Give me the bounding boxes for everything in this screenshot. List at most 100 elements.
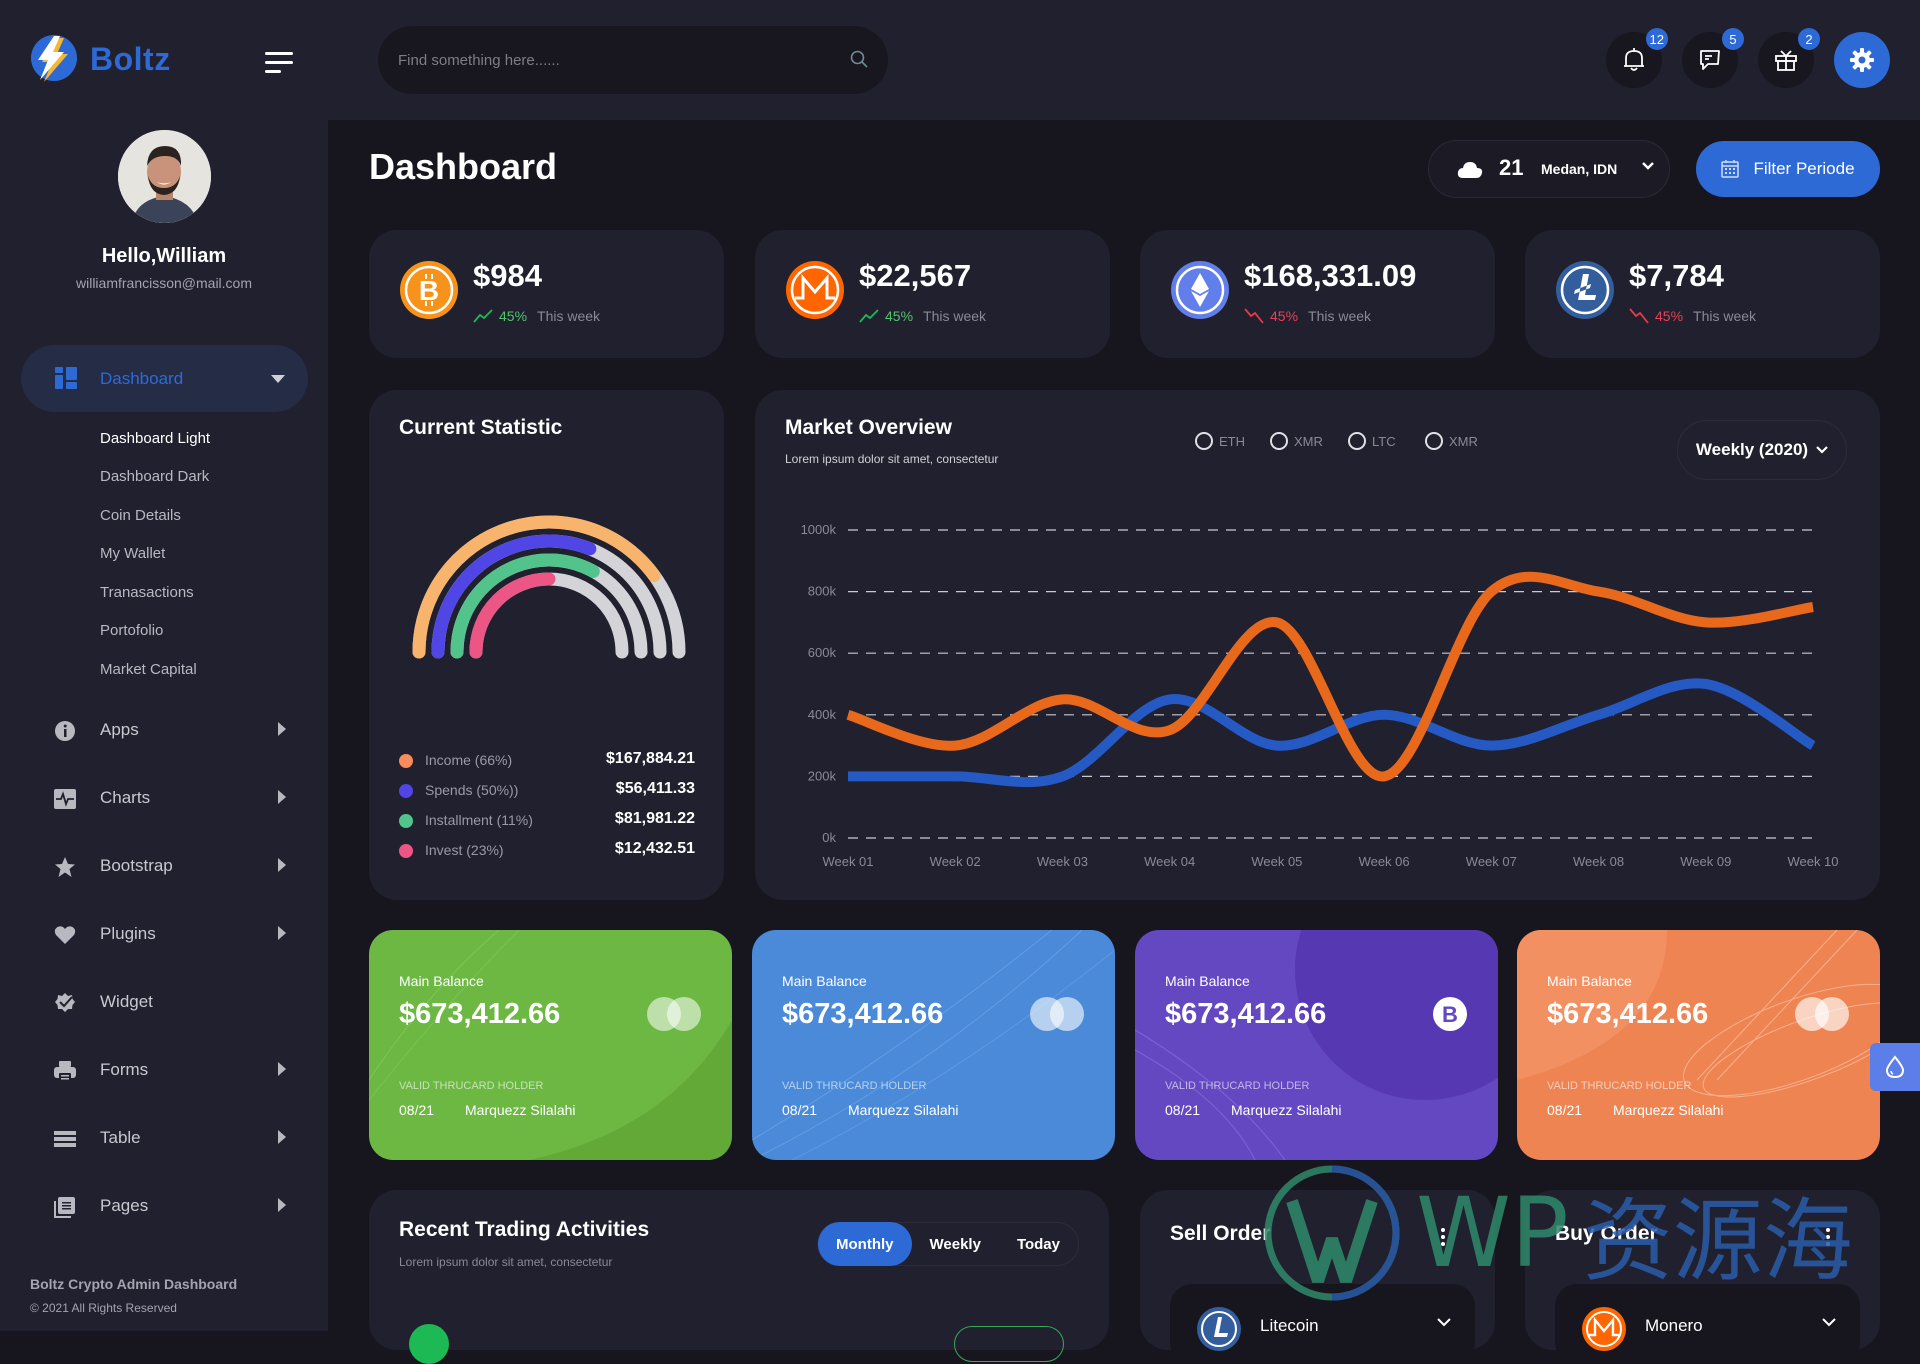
submenu-transactions[interactable]: Tranasactions [100, 584, 194, 601]
footer-title: Boltz Crypto Admin Dashboard [30, 1276, 237, 1292]
coin-change: 45% This week [859, 308, 986, 324]
sell-coin-select[interactable]: Litecoin [1170, 1284, 1475, 1364]
statistic-gauge [369, 480, 724, 680]
more-options-icon[interactable] [1826, 1228, 1832, 1249]
filter-radio-xmr-2[interactable]: XMR [1425, 432, 1478, 450]
trade-status-icon [409, 1324, 449, 1364]
coin-card-monero[interactable]: $22,567 45% This week [755, 230, 1110, 358]
tab-monthly[interactable]: Monthly [818, 1222, 912, 1266]
list-icon [54, 1128, 76, 1150]
filter-period-button[interactable]: Filter Periode [1696, 141, 1880, 197]
submenu-coin-details[interactable]: Coin Details [100, 507, 181, 524]
user-email: williamfrancisson@mail.com [0, 275, 328, 291]
balance-card-orange[interactable]: Main Balance $673,412.66 VALID THRUCARD … [1517, 930, 1880, 1160]
user-greeting: Hello,William [0, 245, 328, 268]
temperature: 21 [1499, 155, 1523, 181]
user-photo [118, 130, 211, 223]
balance-card-purple[interactable]: Main Balance $673,412.66 B VALID THRUCAR… [1135, 930, 1498, 1160]
sidebar-item-label: Forms [100, 1060, 148, 1080]
caret-right-icon [278, 858, 286, 872]
weather-location-dropdown[interactable]: 21 Medan, IDN [1428, 140, 1670, 198]
sidebar-item-dashboard[interactable]: Dashboard [21, 345, 308, 412]
coin-amount: $7,784 [1629, 258, 1724, 294]
card-holder: Marquezz Silalahi [848, 1102, 959, 1118]
sidebar-item-pages[interactable]: Pages [0, 1188, 328, 1228]
message-count-badge: 5 [1722, 28, 1744, 50]
radio-circle [1195, 432, 1213, 450]
balance-card-blue[interactable]: Main Balance $673,412.66 VALID THRUCARD … [752, 930, 1115, 1160]
sell-order-card: Sell Order Litecoin [1140, 1190, 1495, 1350]
legend-value: $56,411.33 [616, 780, 695, 798]
svg-text:B: B [419, 275, 439, 306]
tab-weekly[interactable]: Weekly [912, 1222, 999, 1266]
sidebar-item-label: Dashboard [100, 369, 183, 389]
brand-name: Boltz [90, 41, 171, 78]
y-tick-label: 200k [808, 768, 837, 783]
sidebar-item-forms[interactable]: Forms [0, 1052, 328, 1092]
coin-card-litecoin[interactable]: $7,784 45% This week [1525, 230, 1880, 358]
balance-card-green[interactable]: Main Balance $673,412.66 VALID THRUCARD … [369, 930, 732, 1160]
caret-right-icon [278, 1062, 286, 1076]
market-overview-card: Market Overview Lorem ipsum dolor sit am… [755, 390, 1880, 900]
more-options-icon[interactable] [1441, 1228, 1447, 1249]
caret-right-icon [278, 790, 286, 804]
gifts-button[interactable]: 2 [1758, 32, 1814, 88]
x-tick-label: Week 08 [1573, 854, 1624, 869]
hamburger-line [265, 70, 281, 73]
page-title: Dashboard [369, 146, 557, 188]
filter-radio-xmr[interactable]: XMR [1270, 432, 1323, 450]
balance-amount: $673,412.66 [1547, 998, 1708, 1031]
y-tick-label: 0k [822, 830, 836, 845]
avatar[interactable] [118, 130, 211, 223]
submenu-dashboard-dark[interactable]: Dashboard Dark [100, 468, 209, 485]
card-subtitle: Lorem ipsum dolor sit amet, consectetur [785, 452, 998, 466]
trend-up-icon [859, 309, 879, 323]
sidebar-item-widget[interactable]: Widget [0, 984, 328, 1024]
buy-coin-select[interactable]: Monero [1555, 1284, 1860, 1364]
submenu-portfolio[interactable]: Portofolio [100, 622, 163, 639]
menu-toggle-button[interactable] [265, 52, 293, 74]
coin-change: 45% This week [473, 308, 600, 324]
filter-radio-ltc[interactable]: LTC [1348, 432, 1396, 450]
sidebar-item-table[interactable]: Table [0, 1120, 328, 1160]
balance-label: Main Balance [782, 973, 867, 989]
radio-circle [1270, 432, 1288, 450]
notifications-button[interactable]: 12 [1606, 32, 1662, 88]
tab-today[interactable]: Today [999, 1222, 1078, 1266]
coin-card-bitcoin[interactable]: B $984 45% This week [369, 230, 724, 358]
search-icon[interactable] [850, 50, 868, 68]
info-icon [54, 720, 76, 742]
submenu-market-capital[interactable]: Market Capital [100, 661, 197, 678]
theme-switcher-button[interactable] [1870, 1043, 1920, 1091]
gear-icon [1849, 47, 1875, 73]
card-title: Sell Order [1170, 1222, 1270, 1246]
legend-name: Invest (23%) [425, 842, 504, 858]
y-tick-label: 800k [808, 584, 837, 599]
sidebar-item-charts[interactable]: Charts [0, 780, 328, 820]
settings-button[interactable] [1834, 32, 1890, 88]
brand-logo[interactable]: Boltz [30, 34, 171, 84]
chevron-down-icon [1437, 1318, 1451, 1327]
chevron-down-icon [1816, 446, 1828, 454]
trend-down-icon [1629, 308, 1649, 324]
pulse-chart-icon [54, 788, 76, 810]
coin-card-ethereum[interactable]: $168,331.09 45% This week [1140, 230, 1495, 358]
svg-text:B: B [1442, 1002, 1458, 1027]
valid-thru-label: VALID THRUCARD HOLDER [782, 1080, 926, 1092]
coin-name: Litecoin [1260, 1316, 1319, 1336]
submenu-dashboard-light[interactable]: Dashboard Light [100, 430, 210, 447]
search-input[interactable] [398, 52, 818, 69]
period-dropdown[interactable]: Weekly (2020) [1677, 420, 1847, 480]
messages-button[interactable]: 5 [1682, 32, 1738, 88]
submenu-my-wallet[interactable]: My Wallet [100, 545, 165, 562]
calendar-icon [1721, 160, 1739, 178]
radio-label: ETH [1219, 434, 1245, 449]
filter-radio-eth[interactable]: ETH [1195, 432, 1245, 450]
heart-icon [54, 924, 76, 946]
sidebar-item-plugins[interactable]: Plugins [0, 916, 328, 956]
card-expiry: 08/21 [1547, 1102, 1582, 1118]
sidebar-item-apps[interactable]: Apps [0, 712, 328, 752]
sidebar-item-bootstrap[interactable]: Bootstrap [0, 848, 328, 888]
legend-name: Income (66%) [425, 752, 512, 768]
x-tick-label: Week 01 [822, 854, 873, 869]
